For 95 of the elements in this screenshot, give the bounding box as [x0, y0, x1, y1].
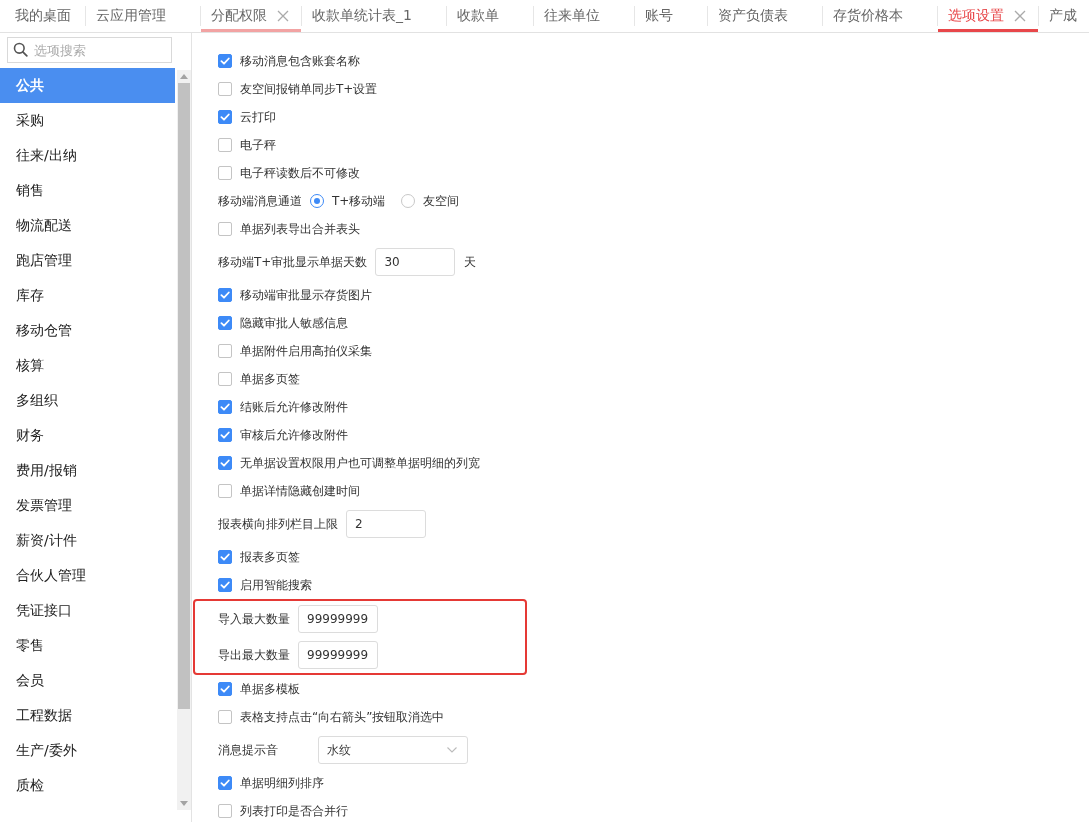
radio-label: T+移动端: [332, 193, 386, 209]
scrollbar-thumb[interactable]: [178, 83, 190, 709]
checkbox[interactable]: [218, 54, 232, 68]
checkbox[interactable]: [218, 804, 232, 818]
category-item[interactable]: 薪资/计件: [0, 523, 175, 558]
tab[interactable]: 分配权限: [201, 0, 301, 32]
option-label: 报表多页签: [240, 549, 300, 565]
checkbox[interactable]: [218, 456, 232, 470]
checkbox[interactable]: [218, 222, 232, 236]
option-label: 单据附件启用高拍仪采集: [240, 343, 372, 359]
tab[interactable]: 往来单位: [533, 0, 634, 32]
category-item[interactable]: 发票管理: [0, 488, 175, 523]
checkbox[interactable]: [218, 400, 232, 414]
setting-label: 报表横向排列栏目上限: [218, 516, 338, 532]
search-icon: [13, 42, 28, 57]
tab[interactable]: 产成: [1038, 0, 1089, 32]
category-item[interactable]: 质检: [0, 768, 175, 803]
option-label: 云打印: [240, 109, 276, 125]
checkbox[interactable]: [218, 344, 232, 358]
category-item[interactable]: 跑店管理: [0, 243, 175, 278]
category-item[interactable]: 多组织: [0, 383, 175, 418]
checkbox[interactable]: [218, 372, 232, 386]
option-label: 审核后允许修改附件: [240, 427, 348, 443]
option-label: 隐藏审批人敏感信息: [240, 315, 348, 331]
category-item[interactable]: 库存: [0, 278, 175, 313]
category-item[interactable]: 零售: [0, 628, 175, 663]
number-field[interactable]: 2: [346, 510, 426, 538]
radio-label: 友空间: [423, 193, 460, 209]
chevron-down-icon: [447, 747, 457, 753]
option-label: 结账后允许修改附件: [240, 399, 348, 415]
option-label: 移动端审批显示存货图片: [240, 287, 372, 303]
tab[interactable]: 选项设置: [937, 0, 1038, 32]
option-label: 列表打印是否合并行: [240, 803, 348, 819]
checkbox[interactable]: [218, 288, 232, 302]
category-item[interactable]: 往来/出纳: [0, 138, 175, 173]
checkbox[interactable]: [218, 316, 232, 330]
checkbox[interactable]: [218, 166, 232, 180]
option-label: 单据明细列排序: [240, 775, 324, 791]
option-label: 电子秤: [240, 137, 276, 153]
checkbox[interactable]: [218, 550, 232, 564]
checkbox[interactable]: [218, 138, 232, 152]
checkbox[interactable]: [218, 578, 232, 592]
category-item[interactable]: 物流配送: [0, 208, 175, 243]
setting-label: 导出最大数量: [218, 647, 290, 663]
tab[interactable]: 账号: [634, 0, 707, 32]
radio-button[interactable]: [401, 194, 416, 208]
tab[interactable]: 收款单统计表_1: [302, 0, 446, 32]
checkbox[interactable]: [218, 428, 232, 442]
option-label: 单据多模板: [240, 681, 300, 697]
category-item[interactable]: 采购: [0, 103, 175, 138]
option-label: 单据详情隐藏创建时间: [240, 483, 360, 499]
category-item[interactable]: 财务: [0, 418, 175, 453]
checkbox[interactable]: [218, 682, 232, 696]
caret-up-icon[interactable]: [180, 74, 188, 79]
search-field[interactable]: 选项搜索: [7, 37, 172, 63]
category-item[interactable]: 核算: [0, 348, 175, 383]
category-item[interactable]: 会员: [0, 663, 175, 698]
option-label: 启用智能搜索: [240, 577, 312, 593]
tab[interactable]: 云应用管理: [86, 0, 200, 32]
setting-label: 导入最大数量: [218, 611, 290, 627]
number-field[interactable]: 99999999: [298, 641, 378, 669]
checkbox[interactable]: [218, 110, 232, 124]
category-item[interactable]: 合伙人管理: [0, 558, 175, 593]
tab[interactable]: 存货价格本: [822, 0, 937, 32]
category-item[interactable]: 生产/委外: [0, 733, 175, 768]
tab[interactable]: 我的桌面: [0, 0, 85, 32]
option-label: 无单据设置权限用户也可调整单据明细的列宽: [240, 455, 480, 471]
close-icon[interactable]: [277, 10, 289, 22]
tab[interactable]: 收款单: [446, 0, 533, 32]
category-item[interactable]: 费用/报销: [0, 453, 175, 488]
checkbox[interactable]: [218, 710, 232, 724]
setting-label: 移动端消息通道: [218, 193, 302, 209]
unit-label: 天: [464, 254, 477, 270]
checkbox[interactable]: [218, 776, 232, 790]
category-item[interactable]: 移动仓管: [0, 313, 175, 348]
number-field[interactable]: 99999999: [298, 605, 378, 633]
close-icon[interactable]: [1013, 10, 1026, 22]
number-field[interactable]: 30: [375, 248, 456, 276]
category-item[interactable]: 销售: [0, 173, 175, 208]
radio-button[interactable]: [310, 194, 324, 208]
option-label: 电子秤读数后不可修改: [240, 165, 360, 181]
setting-label: 移动端T+审批显示单据天数: [218, 254, 368, 270]
option-label: 单据列表导出合并表头: [240, 221, 360, 237]
option-label: 移动消息包含账套名称: [240, 53, 360, 69]
setting-label: 消息提示音: [218, 742, 279, 758]
checkbox[interactable]: [218, 484, 232, 498]
category-item[interactable]: 工程数据: [0, 698, 175, 733]
category-item[interactable]: 凭证接口: [0, 593, 175, 628]
checkbox[interactable]: [218, 82, 232, 96]
option-label: 单据多页签: [240, 371, 300, 387]
caret-down-icon[interactable]: [180, 801, 188, 806]
dropdown[interactable]: 水纹: [318, 736, 468, 764]
option-label: 友空间报销单同步T+设置: [240, 81, 378, 97]
option-label: 表格支持点击“向右箭头”按钮取消选中: [240, 709, 445, 725]
tab[interactable]: 资产负债表: [707, 0, 822, 32]
